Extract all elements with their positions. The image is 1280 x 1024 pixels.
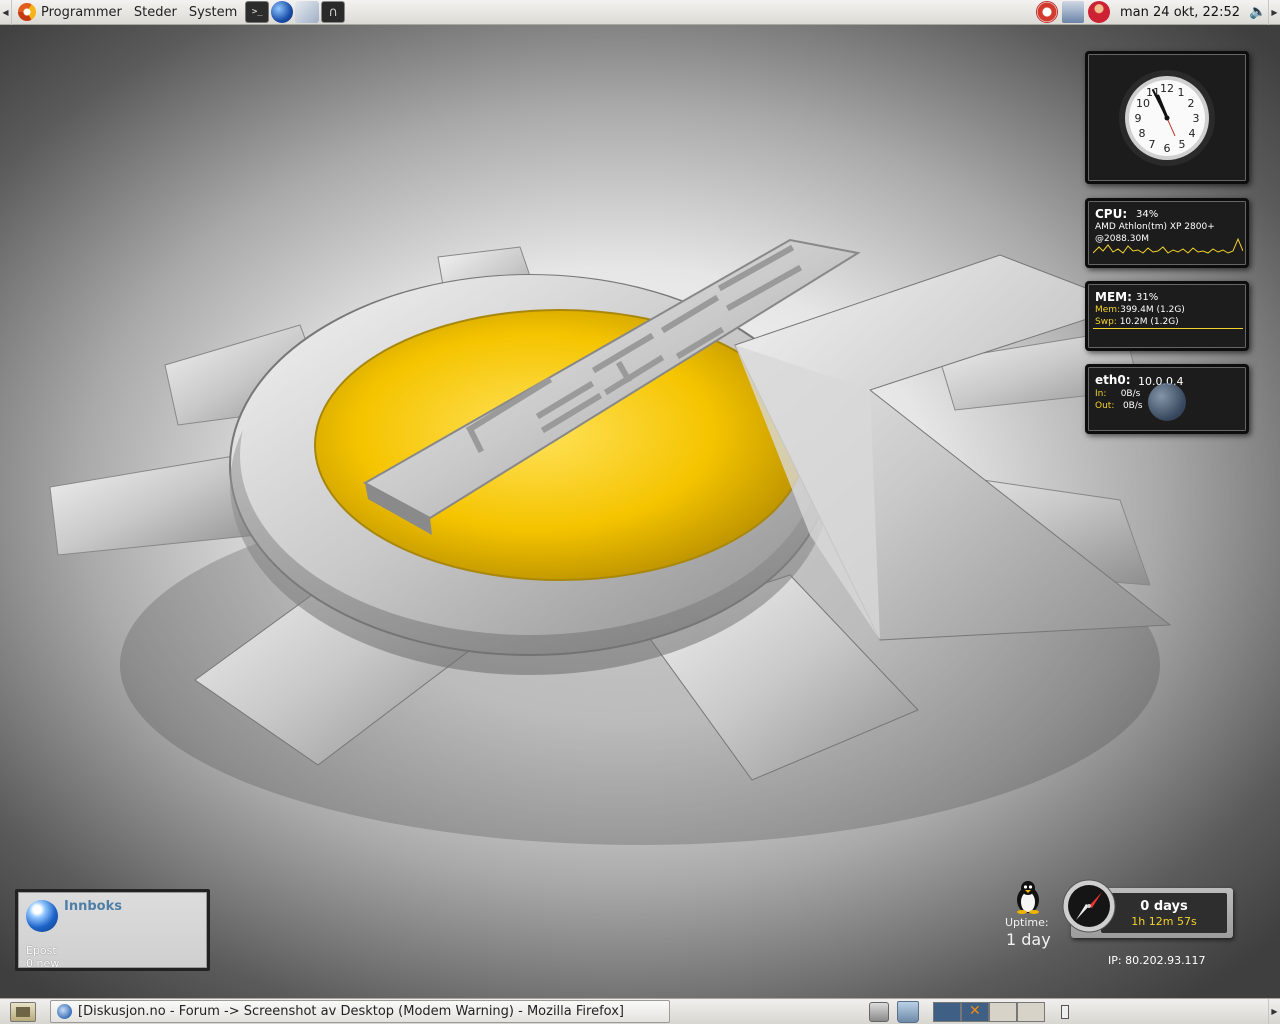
email-launcher-icon[interactable] [295, 1, 320, 23]
firefox-icon [57, 1004, 72, 1019]
web-browser-launcher-icon[interactable] [271, 1, 294, 23]
cpu-usage-graph [1093, 237, 1243, 254]
clock-number-4: 4 [1189, 127, 1196, 140]
clock-number-1: 1 [1178, 86, 1185, 99]
clock-number-8: 8 [1139, 127, 1146, 140]
applications-menu[interactable]: Programmer [12, 0, 128, 25]
panel-clock[interactable]: man 24 okt, 22:52 [1112, 5, 1248, 20]
clock-number-9: 9 [1135, 112, 1142, 125]
net-in-value: 0B/s [1120, 389, 1141, 399]
analog-clock-widget[interactable]: 12 1 2 3 4 5 6 7 8 9 10 11 [1085, 51, 1249, 184]
terminal-prompt-glyph: >_ [251, 7, 263, 17]
cpu-title: CPU: [1095, 207, 1128, 221]
net-in-label: In: [1095, 389, 1107, 399]
tux-penguin-icon [1017, 881, 1039, 914]
ip-address: IP: 80.202.93.117 [1108, 954, 1206, 967]
workspace-1[interactable] [933, 1001, 961, 1022]
mem-label: Mem: [1095, 305, 1121, 315]
clock-number-6: 6 [1164, 142, 1171, 155]
mail-account-label: Epost [26, 944, 57, 957]
panel-scroll-right-icon[interactable]: ▶ [1268, 0, 1280, 25]
net-title: eth0: [1095, 373, 1131, 387]
cpu-monitor-widget[interactable]: CPU: 34% AMD Athlon(tm) XP 2800+ @2088.3… [1085, 198, 1249, 268]
show-desktop-button[interactable] [10, 1001, 36, 1022]
terminal-launcher-icon[interactable]: >_ [245, 1, 270, 23]
mail-new-count: 0 new [26, 957, 60, 970]
notification-area-handle[interactable] [1061, 1004, 1069, 1019]
clock-number-5: 5 [1179, 138, 1186, 151]
panel-scroll-left-icon[interactable]: ◀ [0, 0, 12, 25]
cpu-percent: 34% [1136, 209, 1159, 220]
desktop[interactable]: 12 1 2 3 4 5 6 7 8 9 10 11 CPU: 34% AMD … [0, 25, 1280, 998]
compass-icon [1062, 879, 1116, 933]
mail-globe-icon [26, 900, 58, 932]
net-out-value: 0B/s [1122, 401, 1143, 411]
volume-icon[interactable]: 🔈 [1248, 4, 1268, 20]
uptime-label: Uptime: [1005, 916, 1049, 929]
uptime-days: 0 days [1140, 899, 1188, 914]
lock-screen-icon[interactable] [869, 1001, 889, 1022]
top-panel: ◀ Programmer Steder System >_ ∩ man 24 o… [0, 0, 1280, 25]
mem-percent: 31% [1136, 292, 1159, 303]
workspace-2[interactable] [961, 1001, 989, 1022]
net-out-label: Out: [1095, 401, 1115, 411]
taskbar-window-title: [Diskusjon.no - Forum -> Screenshot av D… [78, 1004, 624, 1019]
clock-number-3: 3 [1193, 112, 1200, 125]
taskbar-window-firefox[interactable]: [Diskusjon.no - Forum -> Screenshot av D… [50, 1000, 670, 1023]
workspace-4[interactable] [1017, 1001, 1045, 1022]
network-monitor-widget[interactable]: eth0: 10.0.0.4 In: 0B/s Out: 0B/s [1085, 364, 1249, 434]
system-menu-label: System [188, 4, 238, 20]
help-lifebuoy-icon[interactable] [1036, 1, 1059, 23]
mem-title: MEM: [1095, 290, 1132, 304]
workspace-3[interactable] [989, 1001, 1017, 1022]
user-switcher-icon[interactable] [1088, 1, 1111, 23]
system-menu[interactable]: System [183, 0, 243, 25]
ubuntu-logo-icon [18, 3, 36, 21]
bottom-panel: [Diskusjon.no - Forum -> Screenshot av D… [0, 998, 1280, 1024]
bottom-panel-scroll-right-icon[interactable]: ▶ [1268, 998, 1280, 1024]
uptime-time: 1h 12m 57s [1131, 915, 1197, 928]
mail-inbox-title: Innboks [64, 899, 122, 914]
mem-value: 399.4M (1.2G) [1120, 305, 1185, 315]
network-globe-icon [1148, 383, 1186, 421]
clock-number-7: 7 [1149, 138, 1156, 151]
trash-icon[interactable] [897, 1000, 919, 1023]
uptime-value: 1 day [1006, 930, 1051, 949]
swap-value: 10.2M (1.2G) [1119, 317, 1179, 327]
update-notifier-icon[interactable] [1062, 1, 1085, 23]
places-menu[interactable]: Steder [128, 0, 183, 25]
analog-clock-face: 12 1 2 3 4 5 6 7 8 9 10 11 [1119, 69, 1215, 166]
mail-inbox-widget[interactable]: Innboks Epost 0 new [15, 889, 210, 971]
clock-number-12: 12 [1160, 82, 1174, 95]
swap-label: Swp: [1095, 317, 1117, 327]
applications-menu-label: Programmer [41, 4, 122, 20]
memory-monitor-widget[interactable]: MEM: 31% Mem:399.4M (1.2G) Swp: 10.2M (1… [1085, 281, 1249, 351]
mem-usage-line [1093, 328, 1243, 329]
archive-launcher-icon[interactable]: ∩ [321, 1, 346, 23]
places-menu-label: Steder [133, 4, 177, 20]
clock-number-2: 2 [1188, 97, 1195, 110]
